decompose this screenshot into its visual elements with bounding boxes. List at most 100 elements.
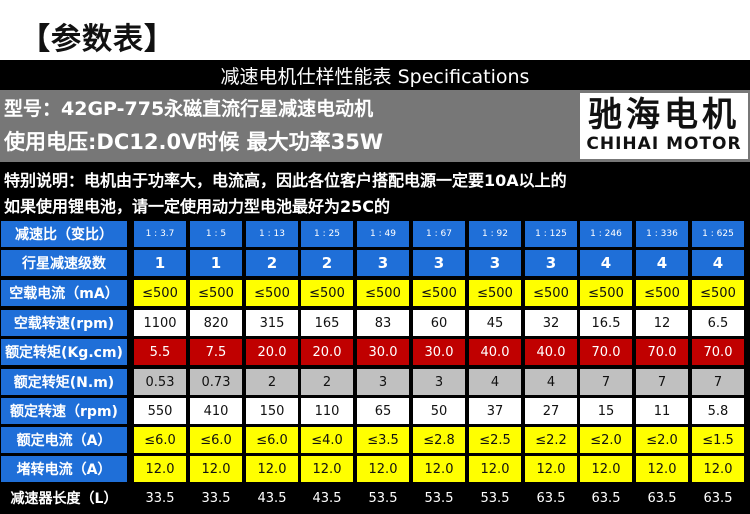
- table-cell: 410: [190, 398, 242, 424]
- table-cell: 1 : 246: [580, 221, 632, 247]
- table-cell: ≤500: [246, 280, 298, 306]
- table-cell: 820: [190, 310, 242, 336]
- table-cell: ≤500: [134, 280, 186, 306]
- table-row: 减速比（变比） 1 : 3.7 1 : 51 : 13 1 : 25 1 : 49 1 :…: [0, 221, 750, 247]
- table-cell: 1 : 125: [525, 221, 577, 247]
- table-cell: 12.0: [580, 456, 632, 482]
- table-cell: 150: [246, 398, 298, 424]
- table-cell: 12.0: [692, 456, 744, 482]
- table-cell: 5.5: [134, 339, 186, 365]
- table-row: 额定转速（rpm) 550 410 150 110 65 50 37 27 15 11 5.8: [0, 398, 750, 424]
- table-cell: 12.0: [525, 456, 577, 482]
- table-cell: ≤2.2: [525, 427, 577, 453]
- brand-logo-chinese: 驰海电机: [588, 95, 740, 135]
- row-label: 行星减速级数: [1, 250, 127, 276]
- table-cell: 1 : 49: [357, 221, 409, 247]
- table-cell: ≤500: [413, 280, 465, 306]
- table-cell: 7: [692, 369, 744, 395]
- table-cell: 40.0: [525, 339, 577, 365]
- table-cell: 4: [692, 250, 744, 276]
- table-cell: 60: [413, 310, 465, 336]
- table-cell: 0.73: [190, 369, 242, 395]
- row-label: 空载转速(rpm): [1, 310, 127, 336]
- specifications-bar: 减速电机仕样性能表 Specifications: [0, 60, 750, 90]
- table-cell: 53.5: [357, 485, 409, 511]
- table-cell: ≤500: [580, 280, 632, 306]
- table-cell: 11: [636, 398, 688, 424]
- table-cell: 5.8: [692, 398, 744, 424]
- table-cell: 83: [357, 310, 409, 336]
- table-row: 减速器长度（L） 33.5 33.5 43.5 43.5 53.5 53.5 53.5 63.5…: [0, 485, 750, 511]
- table-cell: 1 : 625: [692, 221, 744, 247]
- row-label: 减速比（变比）: [1, 221, 127, 247]
- table-cell: 315: [246, 310, 298, 336]
- brand-logo: 驰海电机 CHIHAI MOTOR: [580, 93, 748, 159]
- table-cell: 6.5: [692, 310, 744, 336]
- table-cell: 15: [580, 398, 632, 424]
- table-cell: 12.0: [413, 456, 465, 482]
- table-cell: 63.5: [636, 485, 688, 511]
- table-cell: 37: [469, 398, 521, 424]
- table-cell: 1100: [134, 310, 186, 336]
- table-row: 空载转速(rpm) 1100 820 315 165 83 60 45 32 16.5 12 6.5: [0, 310, 750, 336]
- table-cell: 12.0: [301, 456, 353, 482]
- table-cell: 27: [525, 398, 577, 424]
- table-cell: 53.5: [413, 485, 465, 511]
- table-cell: 1 : 67: [413, 221, 465, 247]
- table-cell: 1 : 5: [190, 221, 242, 247]
- table-cell: 33.5: [134, 485, 186, 511]
- table-cell: ≤2.8: [413, 427, 465, 453]
- table-cell: ≤6.0: [246, 427, 298, 453]
- table-cell: ≤500: [357, 280, 409, 306]
- table-cell: 12.0: [134, 456, 186, 482]
- table-cell: 3: [525, 250, 577, 276]
- special-note: 特别说明：电机由于功率大，电流高，因此各位客户搭配电源一定要10A以上的 如果使…: [0, 162, 750, 218]
- table-cell: 1 : 13: [246, 221, 298, 247]
- table-cell: ≤500: [525, 280, 577, 306]
- table-cell: 70.0: [636, 339, 688, 365]
- table-cell: 16.5: [580, 310, 632, 336]
- table-cell: ≤500: [301, 280, 353, 306]
- table-cell: 12.0: [357, 456, 409, 482]
- table-cell: 65: [357, 398, 409, 424]
- table-cell: ≤1.5: [692, 427, 744, 453]
- table-cell: 1 : 25: [301, 221, 353, 247]
- table-cell: 1 : 336: [636, 221, 688, 247]
- row-label: 堵转电流（A）: [1, 456, 127, 482]
- table-cell: ≤4.0: [301, 427, 353, 453]
- table-row: 行星减速级数 1 1 2 2 3 3 3 3 4 4 4: [0, 250, 750, 276]
- row-label: 额定电流（A）: [1, 427, 127, 453]
- table-cell: 165: [301, 310, 353, 336]
- table-cell: 63.5: [525, 485, 577, 511]
- table-cell: 7.5: [190, 339, 242, 365]
- row-label: 额定转矩(N.m): [1, 369, 127, 395]
- table-cell: ≤3.5: [357, 427, 409, 453]
- table-cell: 2: [301, 369, 353, 395]
- table-cell: 45: [469, 310, 521, 336]
- row-label: 空载电流（mA）: [1, 280, 127, 306]
- table-cell: 0.53: [134, 369, 186, 395]
- row-label: 额定转矩(Kg.cm): [1, 339, 127, 365]
- table-cell: 1 : 3.7: [134, 221, 186, 247]
- table-cell: 50: [413, 398, 465, 424]
- table-cell: ≤2.0: [636, 427, 688, 453]
- table-cell: 70.0: [580, 339, 632, 365]
- table-row: 堵转电流（A） 12.0 12.0 12.0 12.0 12.0 12.0 12.0 12.0 1…: [0, 456, 750, 482]
- table-cell: ≤6.0: [134, 427, 186, 453]
- table-cell: ≤500: [190, 280, 242, 306]
- table-cell: ≤500: [692, 280, 744, 306]
- note-line-power-supply: 特别说明：电机由于功率大，电流高，因此各位客户搭配电源一定要10A以上的: [4, 171, 567, 190]
- table-cell: 33.5: [190, 485, 242, 511]
- table-cell: 2: [301, 250, 353, 276]
- table-cell: 32: [525, 310, 577, 336]
- table-cell: 110: [301, 398, 353, 424]
- table-cell: ≤500: [469, 280, 521, 306]
- table-cell: 3: [357, 250, 409, 276]
- table-cell: 43.5: [246, 485, 298, 511]
- table-cell: 70.0: [692, 339, 744, 365]
- table-cell: 12: [636, 310, 688, 336]
- page-heading: 【参数表】: [20, 22, 175, 57]
- table-cell: 3: [469, 250, 521, 276]
- table-cell: 1: [134, 250, 186, 276]
- table-cell: 4: [636, 250, 688, 276]
